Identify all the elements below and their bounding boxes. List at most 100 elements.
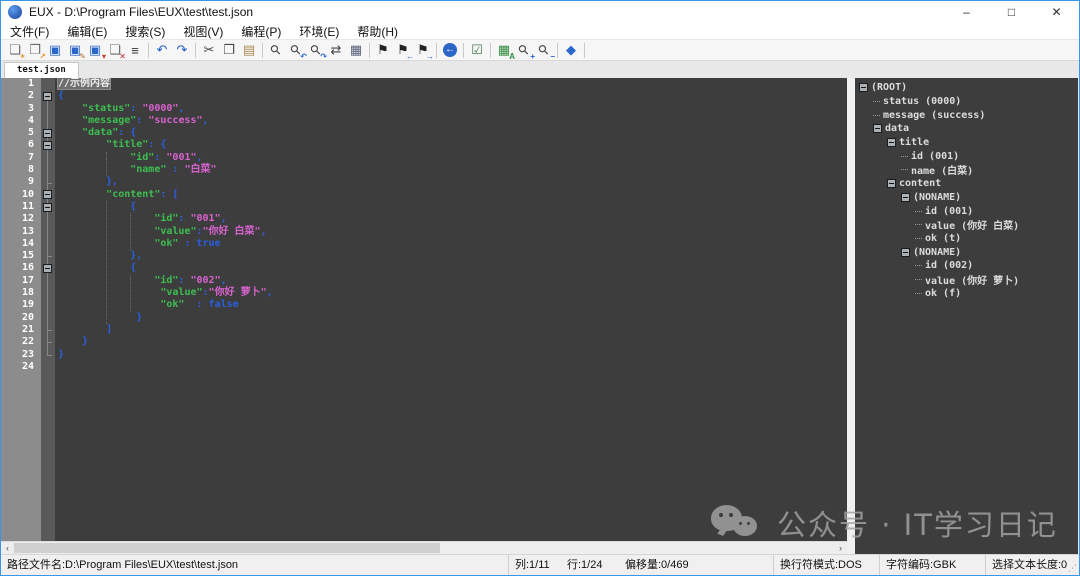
resize-grip[interactable]: ⋰ xyxy=(1068,563,1077,574)
code-line-11[interactable]: { xyxy=(55,201,847,213)
code-token[interactable]: "message" xyxy=(82,115,136,126)
tree-item[interactable]: data xyxy=(855,122,1078,136)
menu-program[interactable]: 编程(P) xyxy=(232,23,290,40)
code-token[interactable]: "id" xyxy=(154,275,178,286)
code-token[interactable] xyxy=(58,226,154,237)
replace-icon[interactable]: ⇄ xyxy=(326,41,346,60)
code-line-8[interactable]: "name" : "白菜" xyxy=(55,164,847,176)
code-token[interactable]: "002" xyxy=(190,275,220,286)
code-line-20[interactable]: } xyxy=(55,312,847,324)
code-token[interactable]: true xyxy=(196,238,220,249)
fold-toggle-icon[interactable] xyxy=(43,203,52,212)
fold-toggle-icon[interactable] xyxy=(43,92,52,101)
code-token[interactable]: "ok" xyxy=(154,238,178,249)
find-next-icon[interactable]: ⚲↷ xyxy=(306,41,326,60)
code-line-24[interactable] xyxy=(55,361,847,373)
code-line-15[interactable]: }, xyxy=(55,250,847,262)
tree-item[interactable]: id (002) xyxy=(855,259,1078,273)
code-line-2[interactable]: { xyxy=(55,90,847,102)
go-back-icon[interactable]: ← xyxy=(440,41,460,60)
code-token[interactable] xyxy=(58,336,82,347)
find-icon[interactable]: ⚲ xyxy=(266,41,286,60)
fold-toggle-icon[interactable] xyxy=(43,264,52,273)
menu-search[interactable]: 搜索(S) xyxy=(116,23,174,40)
tree-item[interactable]: (ROOT) xyxy=(855,81,1078,95)
tree-item[interactable]: name (白菜) xyxy=(855,163,1078,177)
code-line-1[interactable]: //示例内容 xyxy=(55,78,847,90)
code-token[interactable] xyxy=(58,189,106,200)
bookmark-icon[interactable]: ⚑ xyxy=(373,41,393,60)
code-token[interactable] xyxy=(58,115,82,126)
code-token[interactable] xyxy=(58,201,130,212)
close-file-icon[interactable]: ❏✕ xyxy=(105,41,125,60)
code-token[interactable]: "title" xyxy=(106,139,148,150)
code-token[interactable] xyxy=(58,287,160,298)
replace-in-files-icon[interactable]: ▦ xyxy=(346,41,366,60)
code-token[interactable]: //示例内容 xyxy=(58,78,110,89)
code-line-12[interactable]: "id": "001", xyxy=(55,213,847,225)
code-token[interactable]: "id" xyxy=(154,213,178,224)
find-prev-icon[interactable]: ⚲↶ xyxy=(286,41,306,60)
code-token[interactable] xyxy=(58,275,154,286)
tree-item[interactable]: id (001) xyxy=(855,204,1078,218)
minimize-button[interactable]: – xyxy=(944,1,989,23)
code-token[interactable]: { xyxy=(160,139,166,150)
tree-collapse-icon[interactable] xyxy=(887,179,896,188)
code-token[interactable]: "白菜" xyxy=(184,164,216,175)
tree-item[interactable]: message (success) xyxy=(855,108,1078,122)
code-line-19[interactable]: "ok" : false xyxy=(55,299,847,311)
code-token[interactable]: { xyxy=(130,201,136,212)
editor-area[interactable]: 123456789101112131415161718192021222324 … xyxy=(1,78,847,541)
code-text-area[interactable]: //示例内容{ "status": "0000", "message": "su… xyxy=(55,78,847,541)
code-token[interactable]: "ok" xyxy=(160,299,184,310)
code-line-13[interactable]: "value":"你好 白菜", xyxy=(55,226,847,238)
menu-environment[interactable]: 环境(E) xyxy=(290,23,348,40)
code-token[interactable] xyxy=(58,139,106,150)
code-token[interactable]: { xyxy=(130,262,136,273)
tree-item[interactable]: status (0000) xyxy=(855,95,1078,109)
code-token[interactable] xyxy=(58,176,106,187)
code-token[interactable]: { xyxy=(58,90,64,101)
scroll-left-arrow-icon[interactable]: ‹ xyxy=(1,542,14,554)
code-line-9[interactable]: }, xyxy=(55,176,847,188)
tab-test-json[interactable]: test.json xyxy=(4,62,79,78)
tree-item[interactable]: title xyxy=(855,136,1078,150)
save-as-file-icon[interactable]: ▣✎ xyxy=(65,41,85,60)
code-token[interactable] xyxy=(58,213,154,224)
code-token[interactable]: , xyxy=(203,115,209,126)
code-line-22[interactable]: } xyxy=(55,336,847,348)
code-token[interactable]: "0000" xyxy=(142,103,178,114)
horizontal-scrollbar[interactable]: ‹ › xyxy=(1,541,847,554)
menu-edit[interactable]: 编辑(E) xyxy=(58,23,116,40)
tree-item[interactable]: (NONAME) xyxy=(855,245,1078,259)
maximize-button[interactable]: □ xyxy=(989,1,1034,23)
code-line-4[interactable]: "message": "success", xyxy=(55,115,847,127)
code-line-21[interactable]: ] xyxy=(55,324,847,336)
code-token[interactable]: : xyxy=(178,238,196,249)
code-token[interactable] xyxy=(58,299,160,310)
code-token[interactable] xyxy=(58,324,106,335)
code-token[interactable]: ] xyxy=(106,324,112,335)
code-line-14[interactable]: "ok" : true xyxy=(55,238,847,250)
code-token[interactable] xyxy=(58,250,130,261)
code-token[interactable]: , xyxy=(267,287,273,298)
undo-icon[interactable]: ↶ xyxy=(152,41,172,60)
code-line-7[interactable]: "id": "001", xyxy=(55,152,847,164)
fold-toggle-icon[interactable] xyxy=(43,141,52,150)
cut-icon[interactable]: ✂ xyxy=(199,41,219,60)
prev-bookmark-icon[interactable]: ⚑← xyxy=(393,41,413,60)
code-line-23[interactable]: } xyxy=(55,349,847,361)
code-line-17[interactable]: "id": "002", xyxy=(55,275,847,287)
code-token[interactable]: "name" xyxy=(130,164,166,175)
panel-splitter[interactable] xyxy=(847,78,855,554)
code-token[interactable]: [ xyxy=(172,189,178,200)
code-token[interactable] xyxy=(58,152,130,163)
menu-view[interactable]: 视图(V) xyxy=(174,23,232,40)
code-token[interactable] xyxy=(58,238,154,249)
save-all-icon[interactable]: ▣▾ xyxy=(85,41,105,60)
tree-collapse-icon[interactable] xyxy=(873,124,882,133)
code-token[interactable]: }, xyxy=(106,176,118,187)
new-file-icon[interactable]: ❏✶ xyxy=(5,41,25,60)
code-token[interactable]: , xyxy=(261,226,267,237)
tree-collapse-icon[interactable] xyxy=(901,248,910,257)
